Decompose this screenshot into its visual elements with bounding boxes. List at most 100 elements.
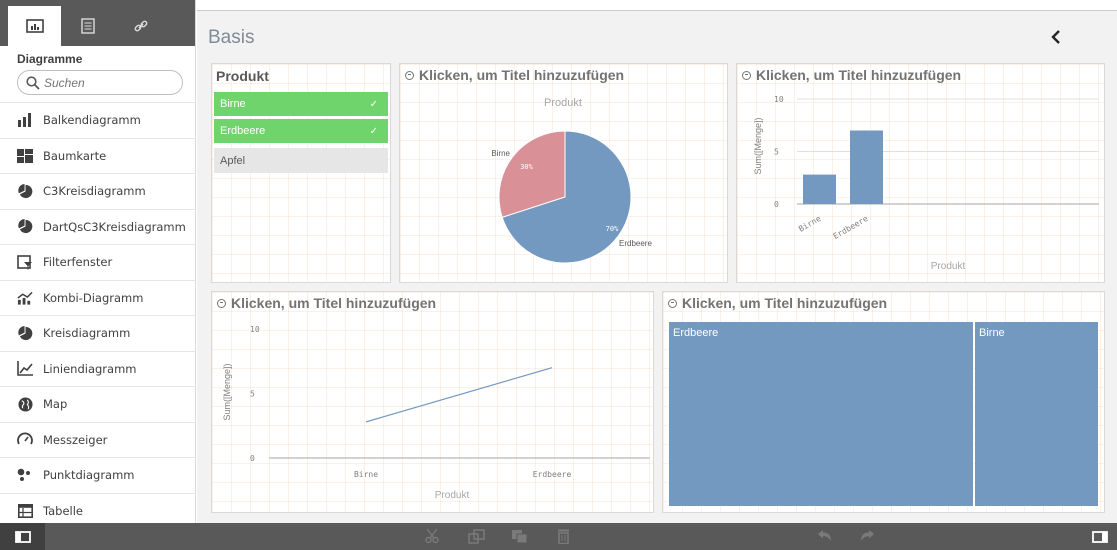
treemap-cell[interactable]: Erdbeere bbox=[669, 322, 973, 506]
redo-icon[interactable] bbox=[860, 529, 875, 543]
panel-toggle-icon bbox=[14, 530, 31, 543]
chart-item-c3kreisdiagramm[interactable]: C3Kreisdiagramm bbox=[0, 174, 195, 210]
tab-fields[interactable] bbox=[114, 6, 167, 46]
search-icon bbox=[26, 75, 40, 90]
chart-title-placeholder[interactable]: Klicken, um Titel hinzuzufügen bbox=[668, 295, 887, 311]
pie-chart-icon bbox=[17, 183, 33, 199]
chart-item-label: Baumkarte bbox=[43, 148, 107, 163]
combo-chart-icon bbox=[17, 290, 33, 306]
chart-item-kombi-diagramm[interactable]: Kombi-Diagramm bbox=[0, 281, 195, 316]
sheet-canvas: Basis Produkt Birne ✓ Erdbeere ✓ Apfel K… bbox=[197, 10, 1117, 523]
checkmark-icon: ✓ bbox=[369, 125, 378, 137]
x-tick-label: Birne bbox=[797, 214, 823, 234]
chart-item-baumkarte[interactable]: Baumkarte bbox=[0, 139, 195, 174]
chart-item-label: Tabelle bbox=[43, 503, 84, 518]
y-axis-title: Sum([Menge]) bbox=[222, 363, 232, 420]
y-tick-label: 10 bbox=[774, 95, 784, 104]
checkmark-icon: ✓ bbox=[369, 98, 378, 110]
filter-value-label: Birne bbox=[220, 98, 246, 110]
chart-item-label: Map bbox=[43, 397, 68, 412]
x-tick-label: Erdbeere bbox=[832, 214, 870, 241]
filter-value-birne[interactable]: Birne ✓ bbox=[214, 92, 388, 117]
chart-item-label: Filterfenster bbox=[43, 255, 113, 270]
chart-item-tabelle[interactable]: Tabelle bbox=[0, 494, 195, 524]
x-axis-title: Produkt bbox=[931, 261, 966, 272]
assets-panel: Diagramme Balkendiagramm Baumkarte C3Kre… bbox=[0, 0, 196, 523]
chart-item-label: Balkendiagramm bbox=[43, 113, 141, 128]
line-chart-icon bbox=[17, 361, 33, 377]
chart-item-map[interactable]: Map bbox=[0, 387, 195, 423]
y-axis-title: Sum([Menge]) bbox=[753, 117, 763, 174]
fields-link-icon bbox=[134, 20, 147, 32]
tab-charts[interactable] bbox=[8, 6, 61, 46]
filter-value-apfel[interactable]: Apfel bbox=[214, 148, 388, 173]
master-items-icon bbox=[80, 18, 95, 34]
chart-item-liniendiagramm[interactable]: Liniendiagramm bbox=[0, 352, 195, 387]
treemap-chart: Erdbeere Birne bbox=[669, 322, 1098, 506]
bar-chart-icon bbox=[17, 112, 33, 128]
panel-toggle-button[interactable] bbox=[0, 523, 45, 550]
chart-item-punktdiagramm[interactable]: Punktdiagramm bbox=[0, 458, 195, 494]
tab-master-items[interactable] bbox=[61, 6, 114, 46]
chart-item-balkendiagramm[interactable]: Balkendiagramm bbox=[0, 103, 195, 139]
chart-item-label: Punktdiagramm bbox=[43, 468, 135, 483]
chevron-left-icon[interactable] bbox=[1051, 30, 1061, 44]
y-tick-label: 0 bbox=[774, 200, 779, 209]
filter-pane-icon bbox=[17, 254, 33, 270]
x-tick-label: Erdbeere bbox=[533, 470, 572, 479]
y-tick-label: 5 bbox=[250, 390, 255, 399]
bar-chart: 0 5 10 Birne Erdbeere Produkt Sum([Menge]) bbox=[753, 95, 1099, 272]
chart-item-label: DartQsC3Kreisdiagramm bbox=[43, 219, 186, 234]
chart-list: Balkendiagramm Baumkarte C3Kreisdiagramm… bbox=[0, 102, 195, 523]
pie-chart: Produkt 30% 70% Birne Erdbeere bbox=[491, 97, 652, 264]
search-field[interactable] bbox=[17, 70, 183, 95]
copy-icon[interactable] bbox=[468, 529, 485, 544]
filter-pane-title: Produkt bbox=[216, 68, 269, 84]
chart-item-label: Kreisdiagramm bbox=[43, 326, 131, 341]
filter-value-label: Erdbeere bbox=[220, 125, 266, 137]
line-chart-panel[interactable]: Klicken, um Titel hinzuzufügen 0 5 10 Birne… bbox=[211, 291, 654, 513]
chart-item-messzeiger[interactable]: Messzeiger bbox=[0, 423, 195, 458]
chart-item-label: Liniendiagramm bbox=[43, 361, 137, 376]
chart-item-label: C3Kreisdiagramm bbox=[43, 184, 146, 199]
globe-icon bbox=[17, 396, 33, 412]
paste-icon[interactable] bbox=[511, 529, 528, 544]
chart-item-label: Messzeiger bbox=[43, 432, 108, 447]
chart-item-label: Kombi-Diagramm bbox=[43, 290, 144, 305]
chart-item-kreisdiagramm[interactable]: Kreisdiagramm bbox=[0, 316, 195, 352]
treemap-cell[interactable]: Birne bbox=[975, 322, 1098, 506]
charts-icon bbox=[25, 19, 44, 33]
delete-icon[interactable] bbox=[557, 529, 570, 544]
chart-item-dartqsc3kreisdiagramm[interactable]: DartQsC3Kreisdiagramm bbox=[0, 210, 195, 245]
line-chart: 0 5 10 Birne Erdbeere Produkt Sum([Menge]) bbox=[222, 325, 650, 501]
properties-toggle-icon[interactable] bbox=[1092, 531, 1108, 543]
undo-icon[interactable] bbox=[817, 529, 832, 543]
assets-tabs bbox=[0, 0, 195, 46]
pie-chart-title: Produkt bbox=[544, 97, 582, 109]
bar bbox=[850, 130, 883, 204]
treemap-panel[interactable]: Klicken, um Titel hinzuzufügen Erdbeere B… bbox=[662, 291, 1105, 513]
table-icon bbox=[17, 503, 33, 519]
y-tick-label: 5 bbox=[774, 148, 779, 157]
add-title-icon bbox=[668, 298, 677, 308]
filter-value-erdbeere[interactable]: Erdbeere ✓ bbox=[214, 119, 388, 144]
sheet-title: Basis bbox=[208, 27, 255, 48]
cut-icon[interactable] bbox=[425, 529, 439, 544]
series-line bbox=[365, 367, 553, 423]
scatter-icon bbox=[17, 467, 33, 483]
pie-chart-panel[interactable]: Klicken, um Titel hinzuzufügen Produkt 30… bbox=[399, 63, 728, 283]
treemap-icon bbox=[17, 148, 33, 164]
pie-category-label: Birne bbox=[491, 149, 510, 158]
bottom-toolbar bbox=[0, 523, 1117, 550]
bar-chart-panel[interactable]: Klicken, um Titel hinzuzufügen 0 5 10 Birne… bbox=[736, 63, 1105, 283]
filter-pane[interactable]: Produkt Birne ✓ Erdbeere ✓ Apfel bbox=[211, 63, 391, 283]
x-tick-label: Birne bbox=[354, 470, 378, 479]
gauge-icon bbox=[17, 432, 33, 448]
chart-item-filterfenster[interactable]: Filterfenster bbox=[0, 245, 195, 281]
search-input[interactable] bbox=[44, 75, 164, 90]
chart-title-text: Klicken, um Titel hinzuzufügen bbox=[682, 295, 888, 311]
pie-data-label: 30% bbox=[520, 163, 533, 171]
pie-chart-icon bbox=[17, 219, 33, 235]
y-tick-label: 0 bbox=[250, 454, 255, 463]
x-axis-title: Produkt bbox=[435, 490, 470, 501]
